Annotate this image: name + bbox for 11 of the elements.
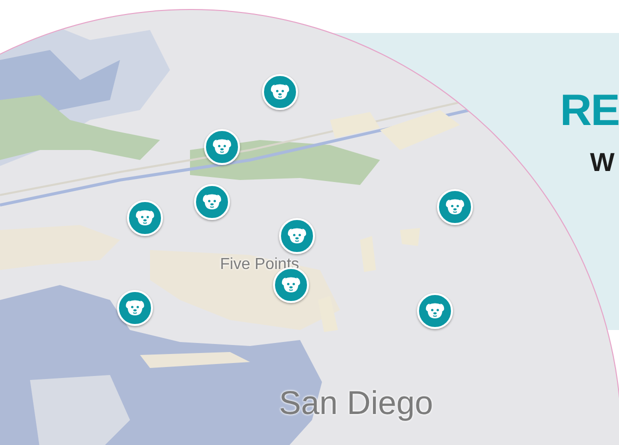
dog-face-icon[interactable] <box>117 290 153 326</box>
dog-face-icon[interactable] <box>194 184 230 220</box>
city-label: San Diego <box>279 384 434 422</box>
dog-face-icon[interactable] <box>417 293 453 329</box>
dog-face-icon[interactable] <box>279 218 315 254</box>
subheading: W <box>590 147 616 177</box>
dog-face-icon[interactable] <box>262 74 298 110</box>
heading: RE <box>560 89 619 133</box>
dog-face-icon[interactable] <box>127 200 163 236</box>
dog-face-icon[interactable] <box>437 189 473 225</box>
dog-face-icon[interactable] <box>204 129 240 165</box>
